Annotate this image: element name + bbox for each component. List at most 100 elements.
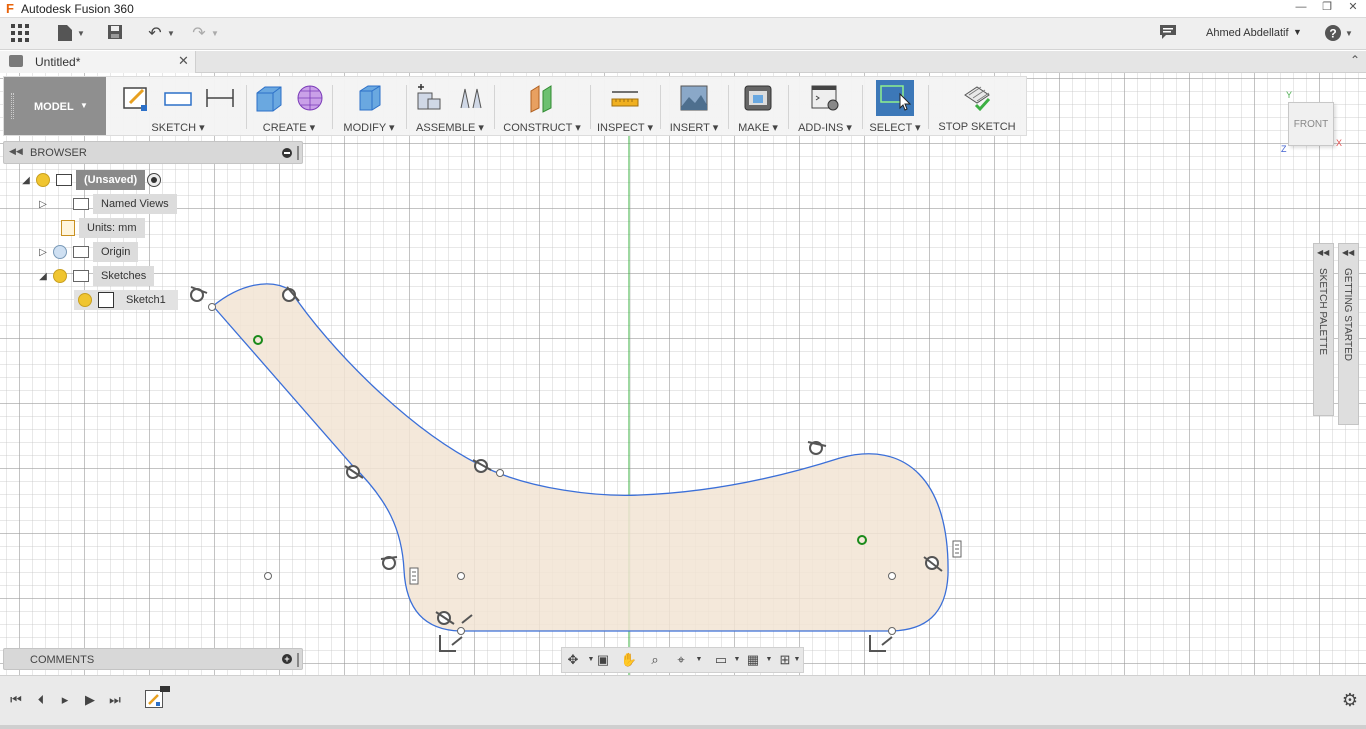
tangent-constraint-icon[interactable] <box>190 286 208 302</box>
browser-item-named-views[interactable]: ▷ Named Views <box>37 194 177 214</box>
help-icon[interactable]: ? ▼ <box>1323 24 1353 44</box>
visibility-bulb-icon[interactable] <box>78 293 92 307</box>
user-account-menu[interactable]: Ahmed Abdellatif <box>1206 27 1289 39</box>
step-forward-small-icon[interactable]: ▸ <box>57 692 73 708</box>
rectangle-icon[interactable] <box>163 83 193 113</box>
view-cube[interactable]: Y FRONT X Z <box>1281 90 1344 156</box>
sketch-point[interactable] <box>888 627 896 635</box>
collapse-panel-icon[interactable]: ◀◀ <box>9 146 23 157</box>
chevron-up-icon[interactable]: ⌃ <box>1350 53 1360 67</box>
browser-item-sketch1[interactable]: Sketch1 <box>74 290 178 310</box>
visibility-bulb-icon[interactable] <box>36 173 50 187</box>
close-icon[interactable]: ✕ <box>1344 0 1362 14</box>
sketch-point[interactable] <box>457 572 465 580</box>
browser-item-sketches[interactable]: ◢ Sketches <box>37 266 155 286</box>
expand-panel-icon[interactable]: ◀◀ <box>1342 248 1354 257</box>
stop-sketch-icon[interactable] <box>962 83 992 113</box>
stop-sketch-group[interactable]: STOP SKETCH <box>930 77 1024 135</box>
minimize-icon[interactable]: — <box>1292 0 1310 14</box>
sketch-group[interactable]: SKETCH ▾ <box>110 77 246 135</box>
add-comment-icon[interactable]: + <box>282 654 292 664</box>
expanded-triangle-icon[interactable]: ◢ <box>20 175 32 186</box>
measure-icon[interactable] <box>610 83 640 113</box>
inspect-group[interactable]: INSPECT ▾ <box>592 77 658 135</box>
sketch-point[interactable] <box>264 572 272 580</box>
equal-constraint-icon[interactable] <box>409 567 419 585</box>
orbit-icon[interactable]: ✥ <box>564 652 582 668</box>
active-radio-icon[interactable] <box>147 173 162 187</box>
apps-grid-icon[interactable] <box>10 24 30 44</box>
play-icon[interactable]: ▶ <box>82 692 98 708</box>
grip-handle[interactable] <box>11 93 14 119</box>
go-to-start-icon[interactable]: ⏮ <box>8 692 24 708</box>
construct-group[interactable]: CONSTRUCT ▾ <box>496 77 588 135</box>
file-icon[interactable]: ▼ <box>55 24 85 44</box>
undo-icon[interactable]: ↶ ▼ <box>145 24 175 44</box>
fit-icon[interactable]: ⌖ <box>672 652 690 668</box>
extrude-icon[interactable] <box>253 83 283 113</box>
browser-item-origin[interactable]: ▷ Origin <box>37 242 139 262</box>
scripts-icon[interactable] <box>810 83 840 113</box>
press-pull-icon[interactable] <box>354 83 384 113</box>
tangent-constraint-icon[interactable] <box>282 286 300 302</box>
tangent-constraint-icon[interactable] <box>807 441 827 455</box>
sketch-point[interactable] <box>457 627 465 635</box>
make-group[interactable]: MAKE ▾ <box>730 77 786 135</box>
create-group[interactable]: CREATE ▾ <box>248 77 330 135</box>
assemble-group[interactable]: ASSEMBLE ▾ <box>408 77 492 135</box>
dimension-icon[interactable] <box>205 83 235 113</box>
timeline-sketch-feature[interactable] <box>145 690 163 708</box>
look-at-icon[interactable]: ▣ <box>594 652 612 668</box>
comments-panel[interactable]: COMMENTS + <box>3 648 303 670</box>
view-cube-face[interactable]: FRONT <box>1288 102 1334 146</box>
insert-group[interactable]: INSERT ▾ <box>662 77 726 135</box>
expand-panel-icon[interactable]: ◀◀ <box>1317 248 1329 257</box>
notifications-icon[interactable] <box>1158 24 1178 44</box>
visibility-bulb-icon[interactable] <box>53 245 67 259</box>
tangent-constraint-icon[interactable] <box>380 556 398 570</box>
minimize-panel-icon[interactable] <box>282 148 292 158</box>
sketch-palette-tab[interactable]: ◀◀ SKETCH PALETTE <box>1313 243 1334 416</box>
expanded-triangle-icon[interactable]: ◢ <box>37 271 49 282</box>
timeline-marker-icon[interactable] <box>160 686 170 692</box>
collapsed-triangle-icon[interactable]: ▷ <box>37 199 49 210</box>
visibility-bulb-icon[interactable] <box>53 269 67 283</box>
insert-image-icon[interactable] <box>679 83 709 113</box>
browser-root-node[interactable]: ◢ (Unsaved) <box>20 170 162 190</box>
modify-group[interactable]: MODIFY ▾ <box>334 77 404 135</box>
step-back-icon[interactable]: ⏴ <box>33 692 49 708</box>
chevron-down-icon[interactable]: ▼ <box>792 652 802 668</box>
sketch-point[interactable] <box>208 303 216 311</box>
pin-panel-icon[interactable] <box>297 653 299 667</box>
add-ins-group[interactable]: ADD-INS ▾ <box>790 77 860 135</box>
equal-constraint-icon[interactable] <box>952 540 962 558</box>
zoom-icon[interactable]: ⌕ <box>646 652 664 668</box>
create-sketch-icon[interactable] <box>121 83 151 113</box>
pan-icon[interactable]: ✋ <box>620 652 638 668</box>
pin-panel-icon[interactable] <box>297 146 299 160</box>
sketch-point[interactable] <box>496 469 504 477</box>
offset-plane-icon[interactable] <box>527 83 557 113</box>
select-window-icon[interactable] <box>876 80 914 116</box>
document-tab[interactable]: Untitled* ✕ <box>0 51 196 73</box>
select-group[interactable]: SELECT ▾ <box>864 77 926 135</box>
joint-icon[interactable] <box>456 83 486 113</box>
getting-started-tab[interactable]: ◀◀ GETTING STARTED <box>1338 243 1359 425</box>
save-icon[interactable] <box>105 24 125 44</box>
gear-icon[interactable]: ⚙ <box>1342 690 1358 711</box>
restore-icon[interactable]: ❐ <box>1318 0 1336 14</box>
redo-icon[interactable]: ↷ ▼ <box>189 24 219 44</box>
coincident-constraint-icon[interactable] <box>869 635 893 652</box>
sketch-profile[interactable] <box>212 283 949 632</box>
go-to-end-icon[interactable]: ⏭ <box>107 692 123 708</box>
sketch-point[interactable] <box>888 572 896 580</box>
form-icon[interactable] <box>295 83 325 113</box>
chevron-down-icon[interactable]: ▼ <box>690 652 708 668</box>
new-component-icon[interactable] <box>414 83 444 113</box>
close-tab-icon[interactable]: ✕ <box>178 53 189 69</box>
workspace-switcher[interactable]: MODEL ▼ <box>4 77 106 135</box>
collapsed-triangle-icon[interactable]: ▷ <box>37 247 49 258</box>
print-3d-icon[interactable] <box>743 83 773 113</box>
browser-item-units[interactable]: Units: mm <box>37 218 145 238</box>
chevron-down-icon[interactable]: ▼ <box>1293 27 1302 37</box>
